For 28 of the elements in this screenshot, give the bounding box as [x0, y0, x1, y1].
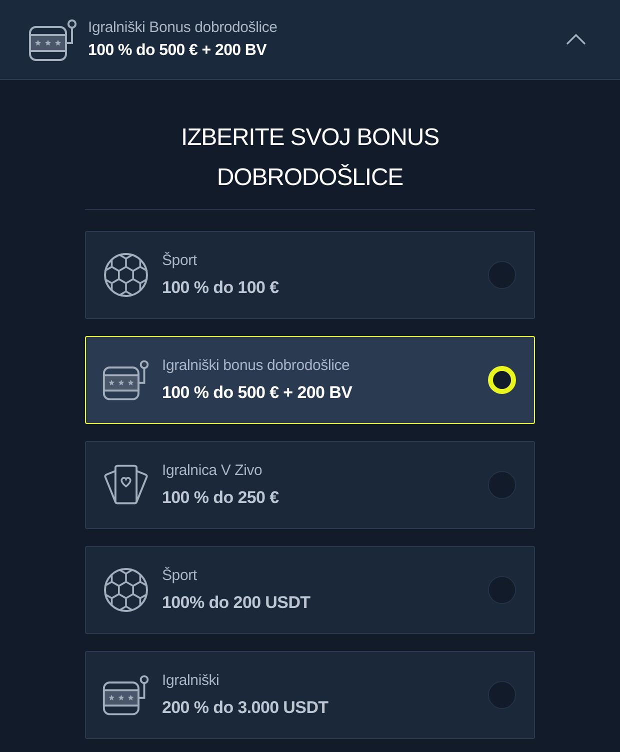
radio-button[interactable]	[488, 681, 516, 709]
page-title: IZBERITE SVOJ BONUS DOBRODOŠLICE	[180, 123, 440, 193]
slot-machine-icon	[102, 673, 150, 717]
bonus-name: Šport	[162, 567, 198, 584]
radio-button[interactable]	[488, 576, 516, 604]
soccer-ball-icon	[103, 567, 149, 613]
slot-machine-icon	[28, 18, 78, 62]
bonus-amount: 100 % do 250 €	[162, 488, 280, 508]
bonus-option-card[interactable]: Šport 100% do 200 USDT	[85, 546, 535, 634]
bonus-name: Šport	[162, 252, 198, 269]
bonus-amount: 100 % do 100 €	[162, 278, 280, 298]
bonus-option-card[interactable]: Igralniški 200 % do 3.000 USDT	[85, 651, 535, 739]
soccer-ball-icon	[103, 252, 149, 298]
bonus-amount: 200 % do 3.000 USDT	[162, 698, 330, 718]
bonus-amount: 100 % do 500 € + 200 BV	[162, 383, 354, 403]
bonus-name: Igralniški	[162, 672, 220, 689]
bonus-header[interactable]: Igralniški Bonus dobrodošlice 100 % do 500 € + 200 BV	[0, 0, 620, 80]
bonus-option-card[interactable]: Igralniški bonus dobrodošlice 100 % do 500 € + 200 BV	[85, 336, 535, 424]
radio-button[interactable]	[488, 471, 516, 499]
slot-machine-icon	[102, 358, 150, 402]
bonus-amount: 100% do 200 USDT	[162, 593, 312, 613]
bonus-option-card[interactable]: Igralnica V Zivo 100 % do 250 €	[85, 441, 535, 529]
selected-bonus-label: Igralniški Bonus dobrodošlice	[88, 19, 278, 36]
bonus-name: Igralniški bonus dobrodošlice	[162, 357, 351, 374]
selected-bonus-amount: 100 % do 500 € + 200 BV	[88, 42, 268, 60]
radio-button[interactable]	[488, 261, 516, 289]
bonus-name: Igralnica V Zivo	[162, 462, 264, 479]
bonus-option-card[interactable]: Šport 100 % do 100 €	[85, 231, 535, 319]
